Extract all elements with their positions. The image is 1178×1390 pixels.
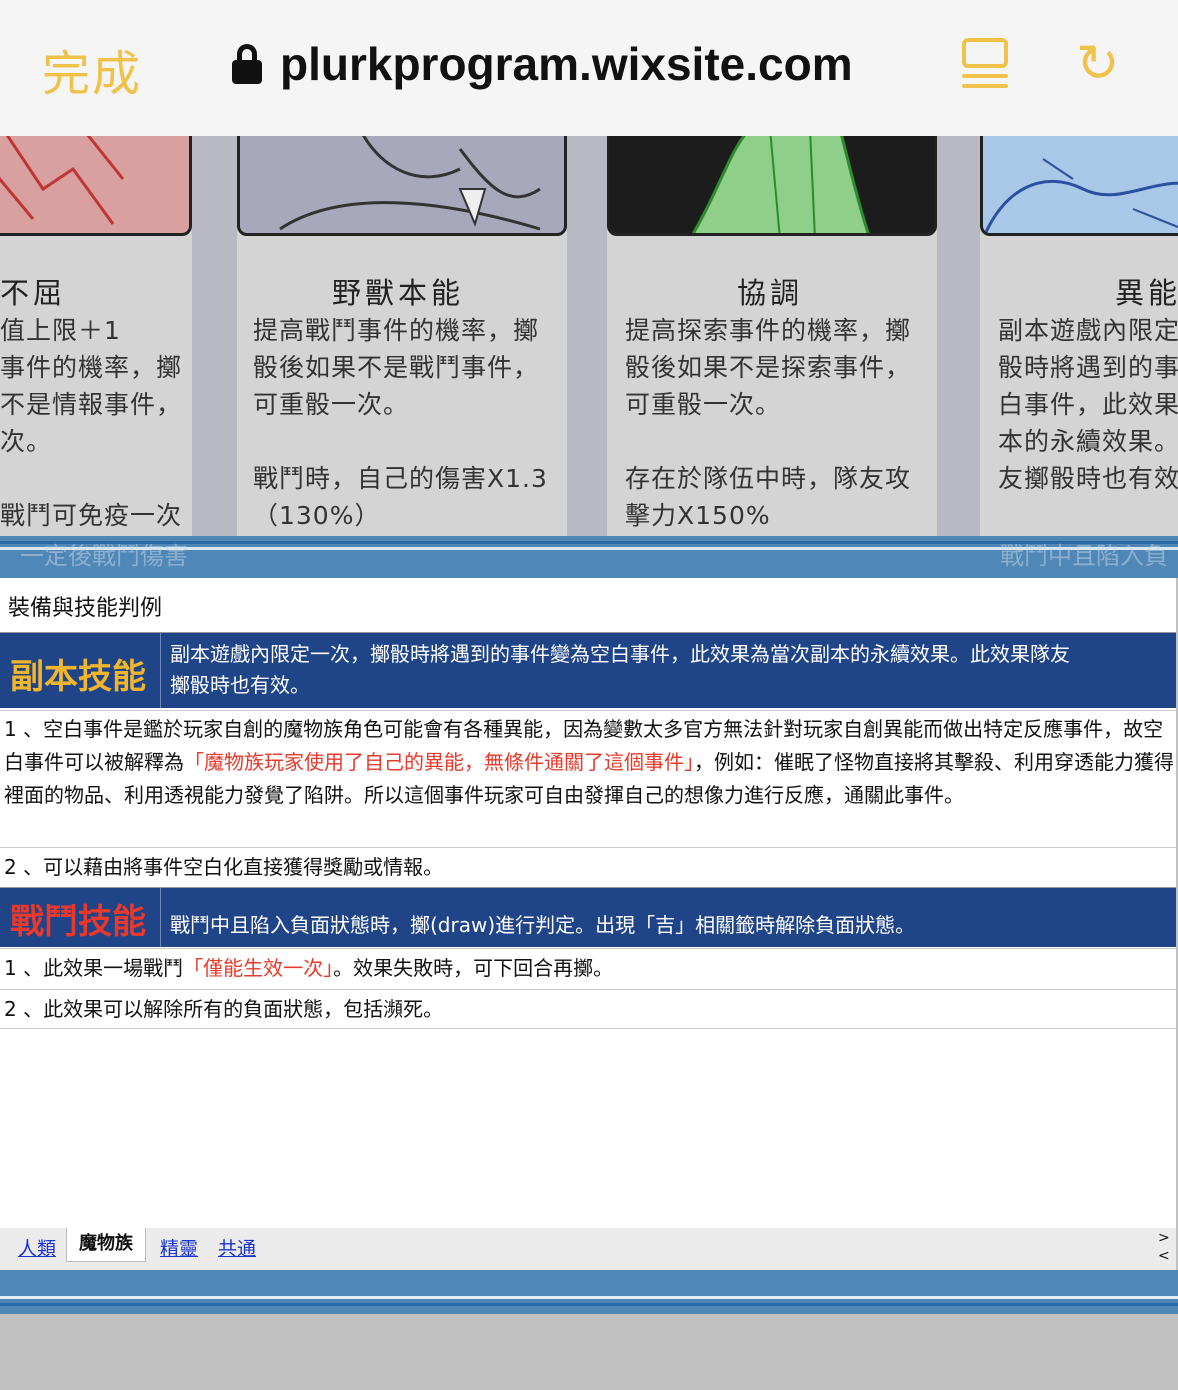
ability-card: 不屈 值上限＋1 事件的機率，擲 不是情報事件， 次。 戰鬥可免疫一次 xyxy=(0,136,192,536)
tab-monster[interactable]: 魔物族 xyxy=(66,1228,146,1262)
card-description: 副本遊戲內限定 骰時將遇到的事 白事件，此效果 本的永續效果。 友擲骰時也有效 xyxy=(998,316,1178,493)
rule-highlight: 「僅能生效一次」 xyxy=(183,956,334,980)
panel-title: 裝備與技能判例 xyxy=(8,596,163,621)
tab-elf[interactable]: 精靈 xyxy=(160,1234,198,1261)
page-background xyxy=(0,1314,1178,1390)
skill-name: 副本技能 xyxy=(10,657,146,697)
url-text[interactable]: plurkprogram.wixsite.com xyxy=(280,37,853,91)
card-title: 協調 xyxy=(737,276,804,310)
rule-highlight: 「魔物族玩家使用了自己的異能，無條件通關了這個事件」 xyxy=(184,750,694,774)
skill-panel: 裝備與技能判例 副本技能 副本遊戲內限定一次，擲骰時將遇到的事件變為空白事件，此… xyxy=(0,578,1176,1228)
rule-text: 1 、此效果一場戰鬥 xyxy=(4,956,184,980)
ability-card: 協調 提高探索事件的機率，擲 骰後如果不是探索事件， 可重骰一次。 存在於隊伍中… xyxy=(607,136,937,536)
race-tab-bar: 人類 魔物族 精靈 共通 > < xyxy=(0,1228,1176,1270)
reload-icon[interactable]: ↻ xyxy=(1076,38,1122,90)
card-description: 提高戰鬥事件的機率，擲 骰後如果不是戰鬥事件， 可重骰一次。 戰鬥時，自己的傷害… xyxy=(253,316,548,530)
ability-card: 異能 副本遊戲內限定 骰時將遇到的事 白事件，此效果 本的永續效果。 友擲骰時也… xyxy=(980,136,1178,536)
scroll-next-arrow[interactable]: > xyxy=(1158,1230,1170,1246)
rule-item: 1 、此效果一場戰鬥「僅能生效一次」。效果失敗時，可下回合再擲。 xyxy=(0,948,1176,988)
scroll-prev-arrow[interactable]: < xyxy=(1158,1248,1170,1264)
skill-name: 戰鬥技能 xyxy=(10,902,146,942)
band-ghost-text: 一定後戰鬥傷害 xyxy=(20,542,188,570)
skill-description-line: 擲骰時也有效。 xyxy=(170,673,310,697)
skill-description-line: 副本遊戲內限定一次，擲骰時將遇到的事件變為空白事件，此效果為當次副本的永續效果。… xyxy=(170,642,1070,666)
rule-item: 2 、此效果可以解除所有的負面狀態，包括瀕死。 xyxy=(0,989,1176,1029)
card-title: 異能 xyxy=(1115,276,1178,310)
rule-text: 。效果失敗時，可下回合再擲。 xyxy=(333,956,614,980)
address-bar[interactable]: plurkprogram.wixsite.com xyxy=(232,34,853,94)
card-artwork xyxy=(980,136,1178,236)
skill-description: 戰鬥中且陷入負面狀態時，擲(draw)進行判定。出現「吉」相關籤時解除負面狀態。 xyxy=(170,913,916,937)
card-artwork xyxy=(0,136,192,236)
card-title: 野獸本能 xyxy=(332,276,465,310)
card-description: 值上限＋1 事件的機率，擲 不是情報事件， 次。 戰鬥可免疫一次 xyxy=(0,316,183,530)
card-description: 提高探索事件的機率，擲 骰後如果不是探索事件， 可重骰一次。 存在於隊伍中時，隊… xyxy=(625,316,912,530)
browser-toolbar: 完成 plurkprogram.wixsite.com ↻ xyxy=(0,0,1178,136)
done-button[interactable]: 完成 xyxy=(42,34,142,104)
rule-item: 1 、空白事件是鑑於玩家自創的魔物族角色可能會有各種異能，因為變數太多官方無法針… xyxy=(0,710,1176,846)
skill-header-battle: 戰鬥技能 戰鬥中且陷入負面狀態時，擲(draw)進行判定。出現「吉」相關籤時解除… xyxy=(0,887,1176,947)
card-artwork xyxy=(607,136,937,236)
tab-human[interactable]: 人類 xyxy=(18,1234,56,1261)
divider-band xyxy=(0,1270,1178,1314)
rule-item: 2 、可以藉由將事件空白化直接獲得獎勵或情報。 xyxy=(0,847,1176,887)
divider-band: 一定後戰鬥傷害 戰鬥中且陷入負 xyxy=(0,536,1178,578)
lock-icon xyxy=(232,44,262,84)
tab-common[interactable]: 共通 xyxy=(218,1234,256,1261)
ability-cards: 不屈 值上限＋1 事件的機率，擲 不是情報事件， 次。 戰鬥可免疫一次 野獸本能… xyxy=(0,136,1178,536)
skill-description: 副本遊戲內限定一次，擲骰時將遇到的事件變為空白事件，此效果為當次副本的永續效果。… xyxy=(170,639,1070,701)
card-title: 不屈 xyxy=(0,276,67,310)
skill-header-dungeon: 副本技能 副本遊戲內限定一次，擲骰時將遇到的事件變為空白事件，此效果為當次副本的… xyxy=(0,632,1176,708)
ability-card: 野獸本能 提高戰鬥事件的機率，擲 骰後如果不是戰鬥事件， 可重骰一次。 戰鬥時，… xyxy=(237,136,567,536)
card-artwork xyxy=(237,136,567,236)
band-ghost-text: 戰鬥中且陷入負 xyxy=(1000,542,1168,570)
reader-icon[interactable] xyxy=(962,38,1008,90)
